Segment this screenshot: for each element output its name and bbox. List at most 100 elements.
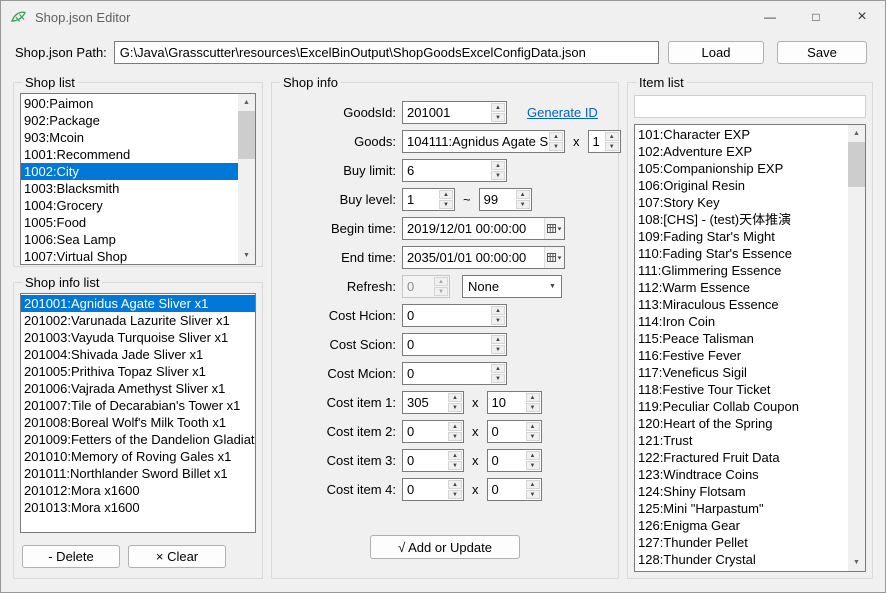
maximize-button[interactable]: □	[793, 1, 839, 33]
list-item[interactable]: 105:Companionship EXP	[635, 160, 848, 177]
spin-up-icon[interactable]: ▲	[448, 480, 462, 489]
spin-up-icon[interactable]: ▲	[491, 103, 505, 112]
spin-down-icon[interactable]: ▼	[448, 490, 462, 499]
spin-down-icon[interactable]: ▼	[491, 374, 505, 383]
list-item[interactable]: 1006:Sea Lamp	[21, 231, 238, 248]
spin-down-icon[interactable]: ▼	[516, 200, 530, 209]
spin-up-icon[interactable]: ▲	[491, 364, 505, 373]
list-item[interactable]: 902:Package	[21, 112, 238, 129]
cost-item-4-id-spinner[interactable]: 0 ▲▼	[402, 478, 464, 501]
spin-down-icon[interactable]: ▼	[448, 461, 462, 470]
item-list[interactable]: 101:Character EXP102:Adventure EXP105:Co…	[634, 124, 866, 572]
list-item[interactable]: 122:Fractured Fruit Data	[635, 449, 848, 466]
list-item[interactable]: 1001:Recommend	[21, 146, 238, 163]
list-item[interactable]: 120:Heart of the Spring	[635, 415, 848, 432]
list-item[interactable]: 201007:Tile of Decarabian's Tower x1	[21, 397, 255, 414]
list-item[interactable]: 115:Peace Talisman	[635, 330, 848, 347]
load-button[interactable]: Load	[668, 41, 764, 64]
list-item[interactable]: 116:Festive Fever	[635, 347, 848, 364]
list-item[interactable]: 110:Fading Star's Essence	[635, 245, 848, 262]
spin-up-icon[interactable]: ▲	[448, 422, 462, 431]
spin-up-icon[interactable]: ▲	[434, 277, 448, 286]
spin-up-icon[interactable]: ▲	[526, 422, 540, 431]
add-or-update-button[interactable]: √ Add or Update	[370, 535, 520, 559]
list-item[interactable]: 1004:Grocery	[21, 197, 238, 214]
spin-up-icon[interactable]: ▲	[439, 190, 453, 199]
end-time-picker[interactable]: 2035/01/01 00:00:00	[402, 246, 565, 269]
cost-item-1-id-spinner[interactable]: 305 ▲▼	[402, 391, 464, 414]
list-item[interactable]: 119:Peculiar Collab Coupon	[635, 398, 848, 415]
spin-down-icon[interactable]: ▼	[491, 113, 505, 122]
list-item[interactable]: 1002:City	[21, 163, 238, 180]
list-item[interactable]: 111:Glimmering Essence	[635, 262, 848, 279]
item-search-input[interactable]	[634, 95, 866, 118]
cost-item-3-count-spinner[interactable]: 0 ▲▼	[487, 449, 542, 472]
list-item[interactable]: 201002:Varunada Lazurite Sliver x1	[21, 312, 255, 329]
delete-button[interactable]: - Delete	[22, 545, 120, 568]
spin-down-icon[interactable]: ▼	[448, 403, 462, 412]
clear-button[interactable]: × Clear	[128, 545, 226, 568]
goodsid-spinner[interactable]: 201001 ▲▼	[402, 101, 507, 124]
list-item[interactable]: 201008:Boreal Wolf's Milk Tooth x1	[21, 414, 255, 431]
save-button[interactable]: Save	[777, 41, 867, 64]
spin-down-icon[interactable]: ▼	[434, 287, 448, 296]
scroll-track[interactable]	[238, 111, 255, 247]
cost-mcion-spinner[interactable]: 0 ▲▼	[402, 362, 507, 385]
list-item[interactable]: 1003:Blacksmith	[21, 180, 238, 197]
list-item[interactable]: 109:Fading Star's Might	[635, 228, 848, 245]
refresh-type-select[interactable]: None ▼	[462, 275, 562, 298]
list-item[interactable]: 201009:Fetters of the Dandelion Gladiato	[21, 431, 255, 448]
scroll-thumb[interactable]	[238, 111, 255, 159]
begin-time-picker[interactable]: 2019/12/01 00:00:00	[402, 217, 565, 240]
goods-spinner[interactable]: 104111:Agnidus Agate S ▲▼	[402, 130, 565, 153]
cost-item-2-id-spinner[interactable]: 0 ▲▼	[402, 420, 464, 443]
shop-list[interactable]: 900:Paimon902:Package903:Mcoin1001:Recom…	[20, 93, 256, 265]
list-item[interactable]: 1007:Virtual Shop	[21, 248, 238, 265]
cost-scion-spinner[interactable]: 0 ▲▼	[402, 333, 507, 356]
list-item[interactable]: 201001:Agnidus Agate Sliver x1	[21, 295, 255, 312]
close-button[interactable]: ×	[839, 1, 885, 33]
list-item[interactable]: 117:Veneficus Sigil	[635, 364, 848, 381]
spin-up-icon[interactable]: ▲	[448, 393, 462, 402]
list-item[interactable]: 113:Miraculous Essence	[635, 296, 848, 313]
list-item[interactable]: 112:Warm Essence	[635, 279, 848, 296]
cost-item-4-count-spinner[interactable]: 0 ▲▼	[487, 478, 542, 501]
scroll-up-icon[interactable]: ▲	[848, 125, 865, 142]
list-item[interactable]: 108:[CHS] - (test)天体推演	[635, 211, 848, 228]
buy-level-max-spinner[interactable]: 99 ▲▼	[479, 188, 532, 211]
list-item[interactable]: 101:Character EXP	[635, 126, 848, 143]
spin-up-icon[interactable]: ▲	[448, 451, 462, 460]
scroll-up-icon[interactable]: ▲	[238, 94, 255, 111]
list-item[interactable]: 123:Windtrace Coins	[635, 466, 848, 483]
list-item[interactable]: 201003:Vayuda Turquoise Sliver x1	[21, 329, 255, 346]
list-item[interactable]: 201012:Mora x1600	[21, 482, 255, 499]
list-item[interactable]: 903:Mcoin	[21, 129, 238, 146]
spin-down-icon[interactable]: ▼	[439, 200, 453, 209]
list-item[interactable]: 118:Festive Tour Ticket	[635, 381, 848, 398]
scroll-thumb[interactable]	[848, 142, 865, 187]
spin-up-icon[interactable]: ▲	[526, 451, 540, 460]
path-input[interactable]	[114, 41, 659, 64]
spin-up-icon[interactable]: ▲	[605, 132, 619, 141]
list-item[interactable]: 106:Original Resin	[635, 177, 848, 194]
spin-up-icon[interactable]: ▲	[526, 480, 540, 489]
spin-down-icon[interactable]: ▼	[491, 345, 505, 354]
list-item[interactable]: 201010:Memory of Roving Gales x1	[21, 448, 255, 465]
list-item[interactable]: 201013:Mora x1600	[21, 499, 255, 516]
list-item[interactable]: 1005:Food	[21, 214, 238, 231]
list-item[interactable]: 201006:Vajrada Amethyst Sliver x1	[21, 380, 255, 397]
spin-up-icon[interactable]: ▲	[516, 190, 530, 199]
list-item[interactable]: 102:Adventure EXP	[635, 143, 848, 160]
shop-info-list[interactable]: 201001:Agnidus Agate Sliver x1201002:Var…	[20, 293, 256, 533]
scroll-down-icon[interactable]: ▼	[848, 554, 865, 571]
spin-down-icon[interactable]: ▼	[526, 432, 540, 441]
list-item[interactable]: 128:Thunder Crystal	[635, 551, 848, 568]
list-item[interactable]: 900:Paimon	[21, 95, 238, 112]
list-item[interactable]: 126:Enigma Gear	[635, 517, 848, 534]
cost-item-2-count-spinner[interactable]: 0 ▲▼	[487, 420, 542, 443]
spin-down-icon[interactable]: ▼	[491, 171, 505, 180]
spin-up-icon[interactable]: ▲	[491, 335, 505, 344]
cost-item-1-count-spinner[interactable]: 10 ▲▼	[487, 391, 542, 414]
list-item[interactable]: 124:Shiny Flotsam	[635, 483, 848, 500]
scroll-down-icon[interactable]: ▼	[238, 247, 255, 264]
